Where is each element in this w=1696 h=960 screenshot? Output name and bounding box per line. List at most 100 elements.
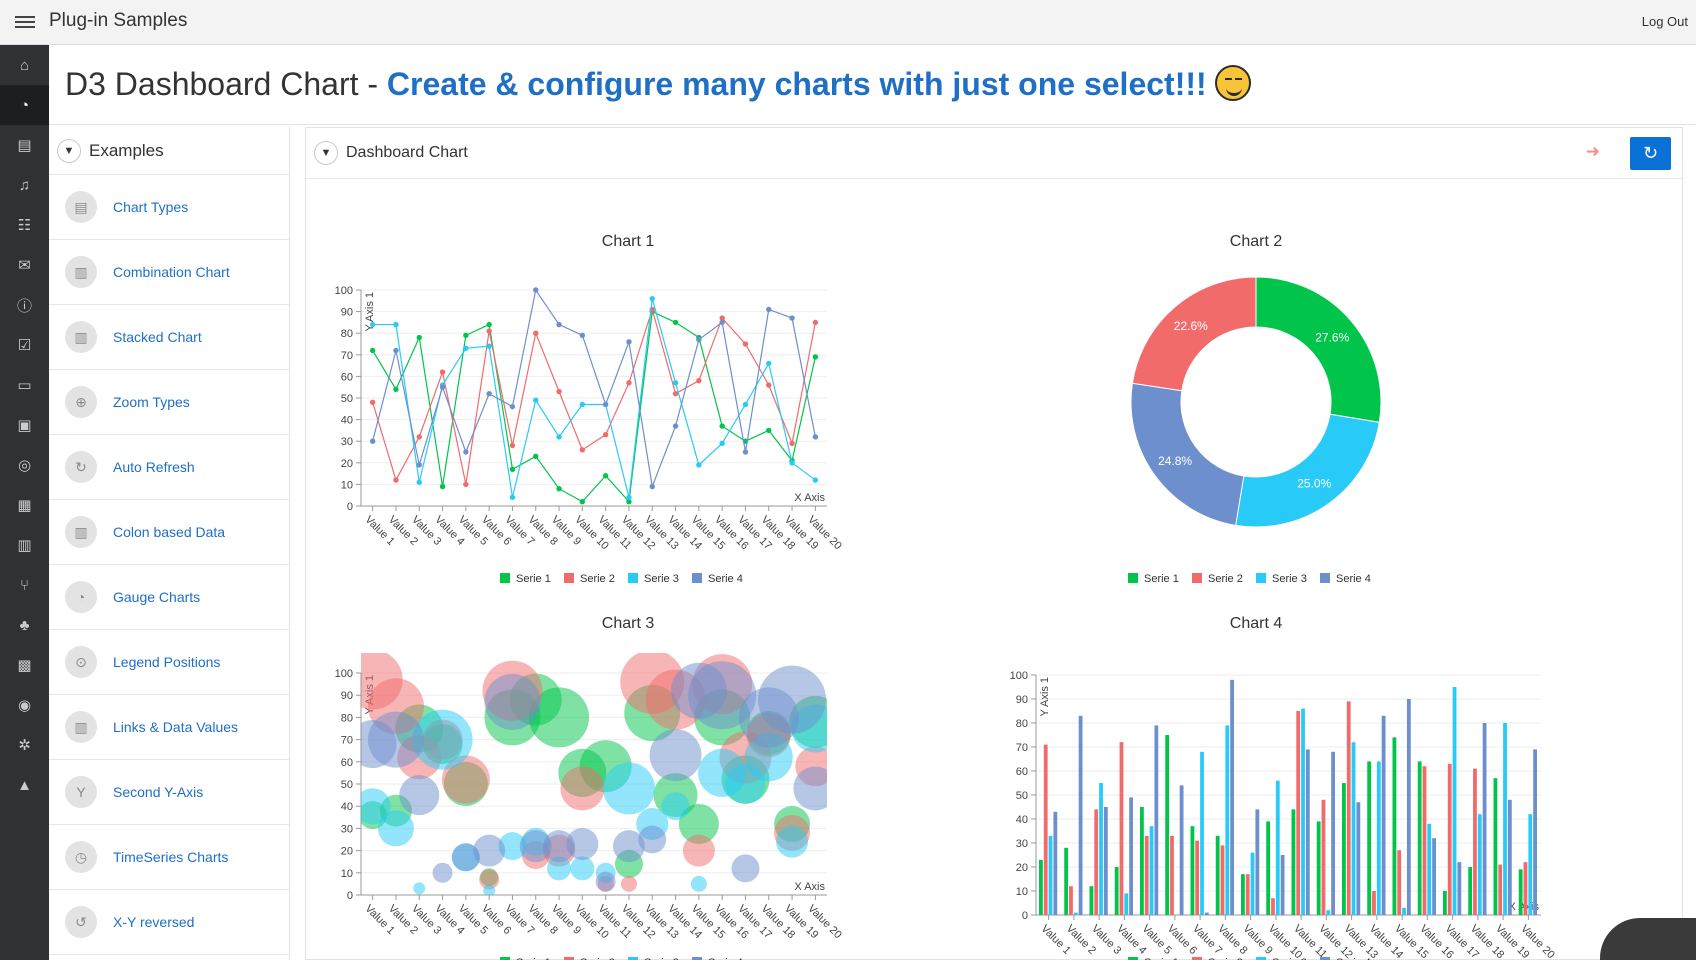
page-title-plain: D3 Dashboard Chart - (65, 66, 387, 102)
refresh-button[interactable]: ↻ (1630, 137, 1671, 170)
bar (1523, 862, 1528, 915)
data-point (509, 466, 516, 472)
bubble (649, 729, 702, 782)
data-point (533, 330, 539, 336)
columns-icon: ▥ (65, 256, 97, 288)
bar (1266, 821, 1271, 915)
example-item[interactable]: ▥ Colon based Data (49, 500, 289, 565)
y-tick-label: 0 (1022, 910, 1028, 922)
data-point (789, 460, 795, 466)
bar (1094, 809, 1099, 915)
data-point (719, 440, 725, 447)
bar (1342, 783, 1346, 915)
example-item[interactable]: ▥ Stacked Chart (49, 305, 289, 370)
branch-icon[interactable]: ⑂ (0, 565, 49, 605)
collapse-toggle-icon[interactable]: ▼ (314, 141, 338, 165)
bar (1245, 874, 1250, 915)
warning-icon[interactable]: ▲ (0, 765, 49, 805)
chart-types-icon: ▤ (65, 191, 97, 223)
ticket-icon[interactable]: ▭ (0, 365, 49, 405)
bubble (560, 766, 605, 811)
data-point (579, 447, 586, 453)
data-point (486, 390, 492, 397)
example-item[interactable]: ↻ Auto Refresh (49, 435, 289, 500)
data-point (393, 386, 399, 393)
tree-icon[interactable]: ☷ (0, 205, 49, 245)
example-item[interactable]: Y Second Y-Axis (49, 760, 289, 825)
checklist-icon[interactable]: ☑ (0, 325, 49, 365)
y-axis-icon: Y (65, 776, 97, 808)
bar (1406, 699, 1411, 915)
table-icon[interactable]: ▩ (0, 645, 49, 685)
bubble (367, 711, 424, 768)
dashboard-icon[interactable]: ◔ (0, 85, 49, 125)
y-tick-label: 70 (341, 735, 353, 747)
data-point (742, 401, 749, 408)
tree-chart-icon[interactable]: ♣ (0, 605, 49, 645)
undo-icon: ↺ (65, 906, 97, 938)
bubble (793, 766, 827, 811)
comment-icon[interactable]: ✉ (0, 245, 49, 285)
bar (1255, 809, 1260, 915)
bell-icon[interactable]: ♫ (0, 165, 49, 205)
data-point (649, 295, 655, 302)
bar (1271, 898, 1275, 915)
data-point (649, 483, 655, 490)
data-point (393, 321, 399, 328)
example-item-label: Auto Refresh (113, 459, 195, 475)
refresh-icon: ↻ (1642, 143, 1659, 163)
y-tick-label: 0 (347, 890, 353, 902)
y-tick-label: 20 (341, 846, 353, 858)
plugin-icon[interactable]: ✲ (0, 725, 49, 765)
clipboard-icon[interactable]: ▣ (0, 405, 49, 445)
example-item[interactable]: ↺ X-Y reversed (49, 890, 289, 955)
card-icon[interactable]: ▤ (0, 125, 49, 165)
bar (1443, 891, 1447, 915)
bar (1296, 711, 1301, 915)
bar (1402, 907, 1406, 915)
data-point (812, 434, 819, 440)
grid-icon[interactable]: ▦ (0, 485, 49, 525)
dashboard-title: Dashboard Chart (346, 144, 468, 161)
examples-region: ▼ Examples ▤ Chart Types ▥ Combination Char… (49, 127, 290, 960)
examples-title: Examples (89, 140, 164, 160)
legend-label: Serie 1 (516, 573, 551, 585)
data-point (672, 423, 679, 429)
y-tick-label: 40 (341, 415, 353, 427)
pie-slice (1235, 413, 1380, 528)
example-item[interactable]: ◷ TimeSeries Charts (49, 825, 289, 890)
target-icon[interactable]: ◎ (0, 445, 49, 485)
app-title: Plug-in Samples (49, 10, 188, 31)
example-item[interactable]: ⊕ Zoom Types (49, 370, 289, 435)
home-icon[interactable]: ⌂ (0, 45, 49, 85)
collapse-toggle-icon[interactable]: ▼ (57, 138, 81, 163)
bar (1346, 701, 1351, 915)
logout-link[interactable]: Log Out (1642, 14, 1688, 29)
data-point (602, 432, 609, 438)
data-point (556, 321, 562, 328)
bar (1367, 761, 1372, 915)
bar (1528, 814, 1533, 915)
y-tick-label: 90 (341, 690, 353, 702)
map-icon[interactable]: ◉ (0, 685, 49, 725)
example-item[interactable]: ▥ Links & Data Values (49, 695, 289, 760)
data-point (812, 319, 819, 326)
data-point (439, 384, 446, 390)
example-item[interactable]: ⊙ Legend Positions (49, 630, 289, 695)
bar (1078, 715, 1083, 915)
y-tick-label: 50 (341, 779, 353, 791)
example-item[interactable]: ▤ Chart Types (49, 175, 289, 240)
bar (1381, 715, 1386, 915)
dashboard-region: ▼ Dashboard Chart ➜ ↻ Chart 1 0 10 20 30 40 50… (305, 127, 1683, 960)
info-icon[interactable]: ⓘ (0, 285, 49, 325)
example-item[interactable]: ◔ Gauge Charts (49, 565, 289, 630)
menu-icon[interactable] (15, 13, 35, 31)
y-tick-label: 50 (341, 393, 353, 405)
form-icon[interactable]: ▥ (0, 525, 49, 565)
example-item[interactable]: ▥ Combination Chart (49, 240, 289, 305)
legend-label: Serie 1 (1144, 573, 1179, 585)
data-point (579, 498, 586, 505)
bar (1397, 850, 1402, 915)
bar (1250, 852, 1255, 915)
bar (1149, 826, 1154, 915)
